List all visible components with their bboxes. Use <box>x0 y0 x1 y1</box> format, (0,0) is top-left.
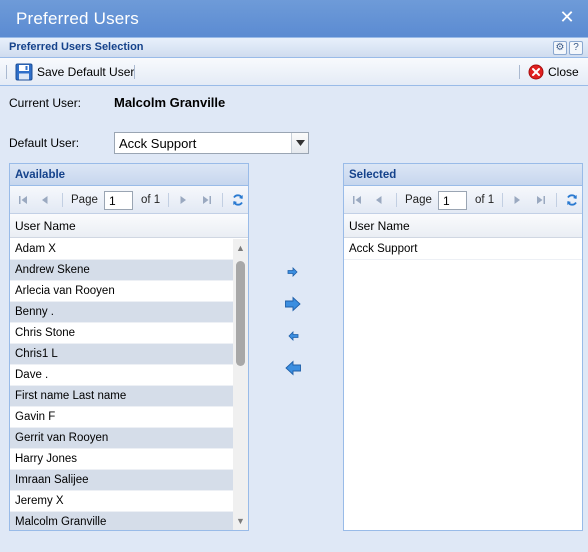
help-icon[interactable]: ? <box>569 41 583 55</box>
add-all-button[interactable] <box>283 295 303 313</box>
arrow-right-large-icon <box>285 296 301 312</box>
refresh-icon[interactable] <box>565 193 579 207</box>
pager-separator <box>62 193 63 207</box>
chevron-down-icon[interactable] <box>291 133 308 153</box>
save-default-user-button[interactable]: Save Default User <box>12 62 137 82</box>
save-default-user-label: Save Default User <box>37 65 135 79</box>
selected-column-header[interactable]: User Name <box>344 214 582 238</box>
scroll-down-icon[interactable]: ▼ <box>233 514 248 528</box>
list-item[interactable]: Chris Stone <box>10 323 233 344</box>
page-count: of 1 <box>475 194 495 206</box>
available-panel: Available Page 1 of 1 User Name Adam X An… <box>9 163 249 531</box>
list-item[interactable]: Adam X <box>10 239 233 260</box>
list-item[interactable]: Dave . <box>10 365 233 386</box>
pager-separator <box>168 193 169 207</box>
last-page-icon[interactable] <box>201 194 213 206</box>
refresh-icon[interactable] <box>231 193 245 207</box>
page-label: Page <box>71 194 98 206</box>
next-page-icon[interactable] <box>511 194 523 206</box>
list-item[interactable]: Chris1 L <box>10 344 233 365</box>
arrow-left-small-icon <box>288 331 299 341</box>
close-label: Close <box>548 65 579 79</box>
close-icon <box>528 64 544 80</box>
list-item[interactable]: Malcolm Granville <box>10 512 233 530</box>
list-item[interactable]: Gavin F <box>10 407 233 428</box>
selected-panel: Selected Page 1 of 1 User Name Acck Supp… <box>343 163 583 531</box>
prev-page-icon[interactable] <box>39 194 51 206</box>
selected-panel-title: Selected <box>344 164 582 186</box>
list-item[interactable]: Andrew Skene <box>10 260 233 281</box>
first-page-icon[interactable] <box>351 194 363 206</box>
add-selected-button[interactable] <box>283 263 303 281</box>
pager-separator <box>502 193 503 207</box>
scroll-thumb[interactable] <box>236 261 245 366</box>
pager-separator <box>556 193 557 207</box>
list-item[interactable]: Imraan Salijee <box>10 470 233 491</box>
list-item[interactable]: Gerrit van Rooyen <box>10 428 233 449</box>
page-label: Page <box>405 194 432 206</box>
toolbar-separator <box>134 65 135 79</box>
default-user-label: Default User: <box>9 136 80 150</box>
list-item[interactable]: Acck Support <box>344 239 582 260</box>
current-user-label: Current User: <box>9 96 82 110</box>
prev-page-icon[interactable] <box>373 194 385 206</box>
page-number-input[interactable]: 1 <box>438 191 467 210</box>
window-titlebar: Preferred Users ✕ <box>0 0 588 37</box>
arrow-left-large-icon <box>285 360 301 376</box>
selected-pager: Page 1 of 1 <box>344 186 582 214</box>
next-page-icon[interactable] <box>177 194 189 206</box>
arrow-right-small-icon <box>287 267 298 277</box>
page-number-input[interactable]: 1 <box>104 191 133 210</box>
scroll-up-icon[interactable]: ▲ <box>233 241 248 255</box>
available-list: Adam X Andrew Skene Arlecia van Rooyen Benn… <box>10 239 233 530</box>
panel-subtitle: Preferred Users Selection <box>9 41 144 53</box>
page-count: of 1 <box>141 194 161 206</box>
current-user-value: Malcolm Granville <box>114 95 226 110</box>
available-panel-title: Available <box>10 164 248 186</box>
panel-subheader: Preferred Users Selection ⚙ ? <box>0 37 588 58</box>
default-user-select-value: Acck Support <box>119 136 197 151</box>
window-close-icon[interactable]: ✕ <box>558 8 576 26</box>
save-icon <box>15 63 33 81</box>
list-item[interactable]: Jeremy X <box>10 491 233 512</box>
pager-separator <box>396 193 397 207</box>
default-user-select[interactable]: Acck Support <box>114 132 309 154</box>
list-item[interactable]: Benny . <box>10 302 233 323</box>
list-item[interactable]: Arlecia van Rooyen <box>10 281 233 302</box>
close-button[interactable]: Close <box>525 62 582 82</box>
last-page-icon[interactable] <box>535 194 547 206</box>
remove-selected-button[interactable] <box>283 327 303 345</box>
window-title: Preferred Users <box>16 9 139 28</box>
first-page-icon[interactable] <box>17 194 29 206</box>
toolbar-separator <box>6 65 7 79</box>
list-item[interactable]: Harry Jones <box>10 449 233 470</box>
remove-all-button[interactable] <box>283 359 303 377</box>
gear-icon[interactable]: ⚙ <box>553 41 567 55</box>
available-column-header[interactable]: User Name <box>10 214 248 238</box>
selected-list: Acck Support <box>344 239 582 530</box>
available-scrollbar[interactable]: ▲ ▼ <box>233 239 248 530</box>
available-pager: Page 1 of 1 <box>10 186 248 214</box>
pager-separator <box>222 193 223 207</box>
toolbar-separator <box>519 65 520 79</box>
list-item[interactable]: First name Last name <box>10 386 233 407</box>
toolbar: Save Default User Close <box>0 58 588 86</box>
